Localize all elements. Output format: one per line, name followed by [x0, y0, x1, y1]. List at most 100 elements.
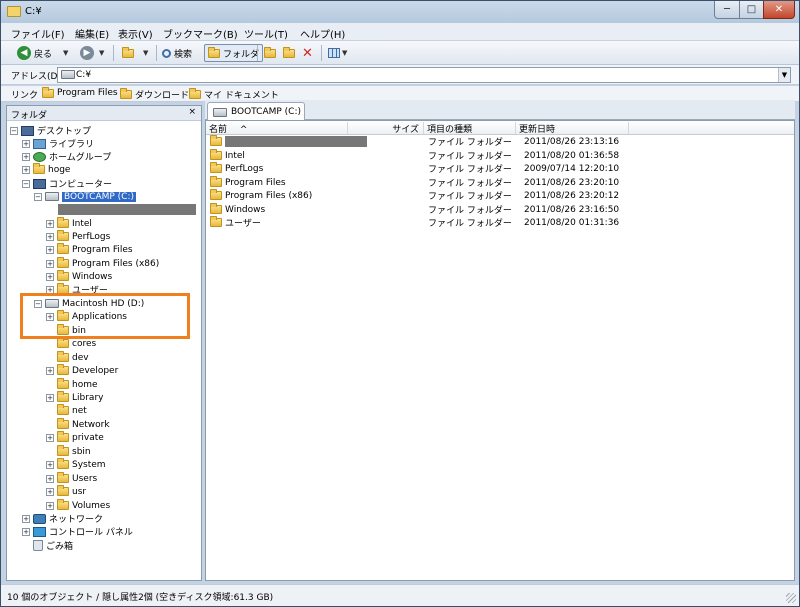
collapse-icon[interactable]: − — [10, 126, 18, 135]
expand-icon[interactable]: + — [46, 501, 54, 510]
expand-icon[interactable]: + — [46, 366, 54, 375]
tree-item-network-mac[interactable]: Network — [46, 418, 110, 431]
views-button[interactable]: ▼ — [328, 44, 347, 62]
folders-button[interactable]: フォルダ — [204, 44, 264, 62]
tree-item-network[interactable]: + ネットワーク — [22, 512, 103, 525]
collapse-icon[interactable]: − — [34, 192, 42, 201]
forward-button[interactable]: ▶ — [80, 44, 94, 62]
expand-icon[interactable]: + — [22, 514, 30, 523]
menu-view[interactable]: 表示(V) — [118, 26, 153, 41]
tree-item-system[interactable]: + System — [46, 458, 106, 471]
date-cell: 2011/08/26 23:16:50 — [524, 204, 620, 215]
expand-icon[interactable]: + — [46, 219, 54, 228]
file-name: Program Files — [225, 177, 286, 188]
column-size[interactable]: サイズ — [348, 122, 424, 135]
tree-item-perflogs[interactable]: + PerfLogs — [46, 230, 110, 243]
file-list[interactable]: 名前 ^ サイズ 項目の種類 更新日時 ファイル フォルダー 2011/08/2… — [205, 120, 795, 581]
forward-history-dropdown[interactable]: ▼ — [99, 44, 104, 62]
close-icon[interactable]: × — [188, 107, 196, 117]
tree-item-dev[interactable]: dev — [46, 351, 89, 364]
file-row[interactable]: Program Files ファイル フォルダー 2011/08/26 23:2… — [206, 176, 794, 189]
delete-button[interactable]: ✕ — [302, 44, 313, 62]
menu-tools[interactable]: ツール(T) — [244, 26, 288, 41]
column-name[interactable]: 名前 ^ — [206, 122, 348, 135]
maximize-button[interactable]: □ — [739, 1, 764, 19]
expand-icon[interactable]: + — [46, 433, 54, 442]
expand-icon[interactable]: + — [46, 460, 54, 469]
expand-icon[interactable]: + — [46, 474, 54, 483]
expand-icon[interactable]: + — [22, 527, 30, 536]
menu-file[interactable]: ファイル(F) — [11, 26, 65, 41]
tree-item-label: hoge — [48, 164, 71, 175]
tree-item-usr[interactable]: + usr — [46, 485, 86, 498]
expand-icon[interactable]: + — [22, 139, 30, 148]
file-row[interactable]: Intel ファイル フォルダー 2011/08/20 01:36:58 — [206, 149, 794, 162]
expand-icon[interactable]: + — [22, 165, 30, 174]
tree-line-spacer — [46, 407, 54, 415]
tree-item-hoge[interactable]: + hoge — [22, 163, 70, 176]
file-row[interactable]: Program Files (x86) ファイル フォルダー 2011/08/2… — [206, 189, 794, 202]
search-button[interactable]: 検索 — [162, 44, 192, 62]
expand-icon[interactable]: + — [46, 232, 54, 241]
tree-item-intel[interactable]: + Intel — [46, 217, 92, 230]
file-row[interactable]: ユーザー ファイル フォルダー 2011/08/20 01:31:36 — [206, 216, 794, 229]
expand-icon[interactable]: + — [46, 487, 54, 496]
back-button[interactable]: ◀ 戻る — [17, 44, 52, 62]
tree-item-windows[interactable]: + Windows — [46, 270, 112, 283]
tree-item-computer[interactable]: − コンピューター — [22, 177, 112, 190]
up-folder-button[interactable] — [122, 44, 134, 62]
tab-bootcamp[interactable]: BOOTCAMP (C:) — [207, 102, 305, 121]
redacted-folder[interactable] — [58, 204, 196, 215]
tree-item-homegroup[interactable]: + ホームグループ — [22, 150, 111, 163]
link-program-files[interactable]: Program Files — [42, 86, 118, 98]
tree-item-recycle-bin[interactable]: ごみ箱 — [22, 539, 73, 552]
network-icon — [33, 513, 46, 524]
file-row[interactable]: ファイル フォルダー 2011/08/26 23:13:16 — [206, 135, 794, 148]
expand-icon[interactable]: + — [46, 393, 54, 402]
tree-item-desktop[interactable]: − デスクトップ — [10, 124, 91, 137]
tree-item-sbin[interactable]: sbin — [46, 445, 91, 458]
tree-item-control-panel[interactable]: + コントロール パネル — [22, 525, 133, 538]
tree-item-volumes[interactable]: + Volumes — [46, 499, 110, 512]
link-downloads[interactable]: ダウンロード — [120, 88, 189, 101]
folder-tree-pane[interactable]: フォルダ × − デスクトップ + ライブラリ + ホームグループ + hoge… — [6, 105, 202, 581]
tree-item-library[interactable]: + ライブラリ — [22, 137, 94, 150]
tree-item-net[interactable]: net — [46, 404, 87, 417]
search-icon — [162, 48, 171, 58]
expand-icon[interactable]: + — [46, 259, 54, 268]
back-history-dropdown[interactable]: ▼ — [63, 44, 68, 62]
copy-to-button[interactable] — [283, 44, 295, 62]
tree-item-users[interactable]: + Users — [46, 472, 97, 485]
address-input[interactable]: C:¥ ▼ — [57, 67, 791, 83]
title-bar[interactable]: C:¥ ─ □ ✕ — [1, 1, 799, 23]
file-row[interactable]: Windows ファイル フォルダー 2011/08/26 23:16:50 — [206, 203, 794, 216]
expand-icon[interactable]: + — [22, 152, 30, 161]
resize-grip-icon[interactable] — [786, 593, 796, 603]
move-to-button[interactable] — [264, 44, 276, 62]
up-history-dropdown[interactable]: ▼ — [143, 44, 148, 62]
tree-item-program-files-x86[interactable]: + Program Files (x86) — [46, 257, 159, 270]
expand-icon[interactable]: + — [46, 245, 54, 254]
minimize-button[interactable]: ─ — [714, 1, 740, 19]
folder-icon — [189, 88, 201, 99]
folder-icon — [210, 203, 222, 214]
tree-item-bootcamp[interactable]: − BOOTCAMP (C:) — [34, 190, 136, 203]
column-type[interactable]: 項目の種類 — [424, 122, 516, 135]
tree-item-home[interactable]: home — [46, 378, 98, 391]
tree-item-library-mac[interactable]: + Library — [46, 391, 103, 404]
collapse-icon[interactable]: − — [22, 179, 30, 188]
tree-item-developer[interactable]: + Developer — [46, 364, 118, 377]
file-row[interactable]: PerfLogs ファイル フォルダー 2009/07/14 12:20:10 — [206, 162, 794, 175]
menu-edit[interactable]: 編集(E) — [75, 26, 109, 41]
close-button[interactable]: ✕ — [763, 1, 795, 19]
expand-icon[interactable]: + — [46, 272, 54, 281]
menu-help[interactable]: ヘルプ(H) — [300, 26, 345, 41]
folder-icon — [210, 189, 222, 200]
name-cell: Windows — [210, 203, 265, 216]
tree-item-program-files[interactable]: + Program Files — [46, 243, 133, 256]
file-name: Intel — [225, 150, 245, 161]
address-dropdown-icon[interactable]: ▼ — [778, 68, 790, 82]
menu-bookmarks[interactable]: ブックマーク(B) — [163, 26, 238, 41]
column-date[interactable]: 更新日時 — [516, 122, 629, 135]
tree-item-private[interactable]: + private — [46, 431, 104, 444]
